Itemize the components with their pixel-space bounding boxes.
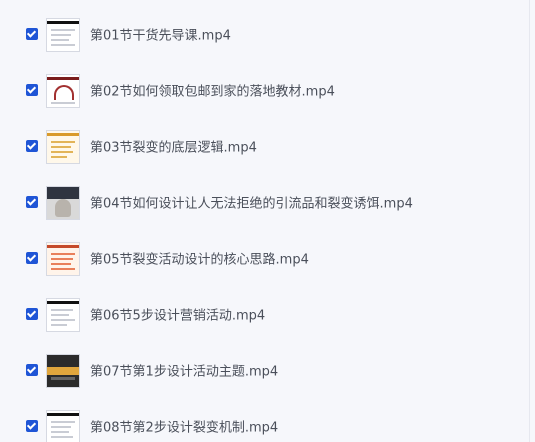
- file-name: 第08节第2步设计裂变机制.mp4: [90, 420, 279, 436]
- video-thumbnail: [46, 410, 80, 442]
- video-thumbnail: [46, 74, 80, 108]
- file-checkbox[interactable]: [26, 364, 38, 376]
- video-thumbnail: [46, 18, 80, 52]
- file-name: 第02节如何领取包邮到家的落地教材.mp4: [90, 84, 335, 100]
- list-item[interactable]: 第04节如何设计让人无法拒绝的引流品和裂变诱饵.mp4: [0, 174, 529, 230]
- list-item[interactable]: 第01节干货先导课.mp4: [0, 6, 529, 62]
- list-item[interactable]: 第06节5步设计营销活动.mp4: [0, 286, 529, 342]
- file-name: 第01节干货先导课.mp4: [90, 28, 231, 44]
- list-item[interactable]: 第08节第2步设计裂变机制.mp4: [0, 398, 529, 442]
- file-checkbox[interactable]: [26, 84, 38, 96]
- file-name: 第06节5步设计营销活动.mp4: [90, 308, 266, 324]
- list-item[interactable]: 第02节如何领取包邮到家的落地教材.mp4: [0, 62, 529, 118]
- video-thumbnail: [46, 298, 80, 332]
- video-thumbnail: [46, 354, 80, 388]
- file-name: 第03节裂变的底层逻辑.mp4: [90, 140, 257, 156]
- file-checkbox[interactable]: [26, 196, 38, 208]
- file-checkbox[interactable]: [26, 252, 38, 264]
- file-name: 第07节第1步设计活动主题.mp4: [90, 364, 279, 380]
- file-checkbox[interactable]: [26, 420, 38, 432]
- list-item[interactable]: 第05节裂变活动设计的核心思路.mp4: [0, 230, 529, 286]
- file-list: 第01节干货先导课.mp4 第02节如何领取包邮到家的落地教材.mp4 第03节…: [0, 0, 530, 442]
- file-checkbox[interactable]: [26, 140, 38, 152]
- file-checkbox[interactable]: [26, 308, 38, 320]
- list-item[interactable]: 第07节第1步设计活动主题.mp4: [0, 342, 529, 398]
- video-thumbnail: [46, 130, 80, 164]
- file-name: 第04节如何设计让人无法拒绝的引流品和裂变诱饵.mp4: [90, 196, 413, 212]
- video-thumbnail: [46, 186, 80, 220]
- file-checkbox[interactable]: [26, 28, 38, 40]
- video-thumbnail: [46, 242, 80, 276]
- list-item[interactable]: 第03节裂变的底层逻辑.mp4: [0, 118, 529, 174]
- file-name: 第05节裂变活动设计的核心思路.mp4: [90, 252, 309, 268]
